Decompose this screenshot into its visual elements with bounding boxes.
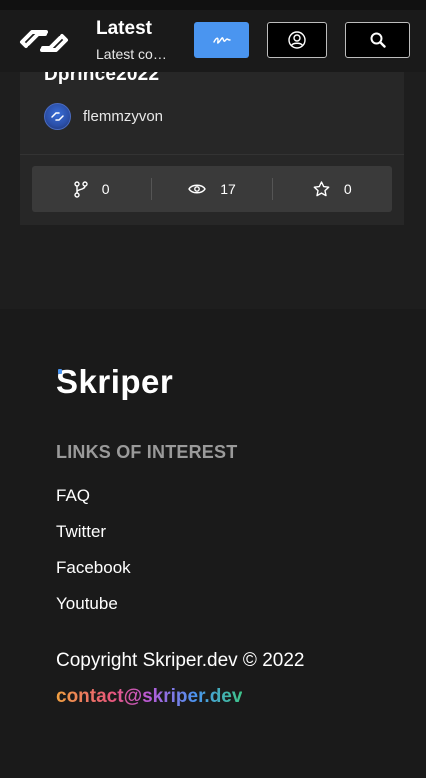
signature-icon <box>212 37 231 44</box>
footer-link-facebook[interactable]: Facebook <box>56 558 131 594</box>
stars-stat[interactable]: 0 <box>273 181 392 197</box>
contact-email-link[interactable]: contact@skriper.dev <box>56 686 242 708</box>
avatar-logo-icon <box>51 112 64 121</box>
eye-icon <box>188 184 207 194</box>
post-author[interactable]: flemmzyvon <box>44 103 163 130</box>
footer-link-youtube[interactable]: Youtube <box>56 594 131 630</box>
footer-link-twitter[interactable]: Twitter <box>56 522 131 558</box>
copyright-text: Copyright Skriper.dev © 2022 <box>56 650 305 671</box>
star-icon <box>313 181 330 197</box>
footer-brand-logo[interactable]: Skriper <box>56 363 173 401</box>
user-circle-icon <box>288 31 306 49</box>
search-icon <box>370 32 386 48</box>
avatar[interactable] <box>44 103 71 130</box>
search-button[interactable] <box>345 22 410 58</box>
top-strip <box>0 0 426 10</box>
page-subtitle: Latest contents <box>96 46 172 62</box>
skriper-logo-icon[interactable] <box>18 24 70 58</box>
site-footer: Skriper LINKS OF INTEREST FAQ Twitter Fa… <box>0 309 426 778</box>
views-count: 17 <box>220 181 236 197</box>
page-title: Latest <box>96 18 152 39</box>
account-button[interactable] <box>267 22 327 58</box>
write-button[interactable] <box>194 22 249 58</box>
logo-accent-dot <box>58 369 62 374</box>
top-navbar: Latest Latest contents <box>0 10 426 72</box>
forks-stat[interactable]: 0 <box>32 180 151 198</box>
post-stats-bar: 0 17 0 <box>32 166 392 212</box>
fork-icon <box>74 180 88 198</box>
footer-link-faq[interactable]: FAQ <box>56 486 131 522</box>
stars-count: 0 <box>343 181 352 197</box>
author-name[interactable]: flemmzyvon <box>83 108 163 125</box>
footer-links: FAQ Twitter Facebook Youtube <box>56 486 131 630</box>
card-divider <box>20 154 404 155</box>
links-heading: LINKS OF INTEREST <box>56 442 238 462</box>
forks-count: 0 <box>101 181 110 197</box>
views-stat: 17 <box>152 181 271 197</box>
